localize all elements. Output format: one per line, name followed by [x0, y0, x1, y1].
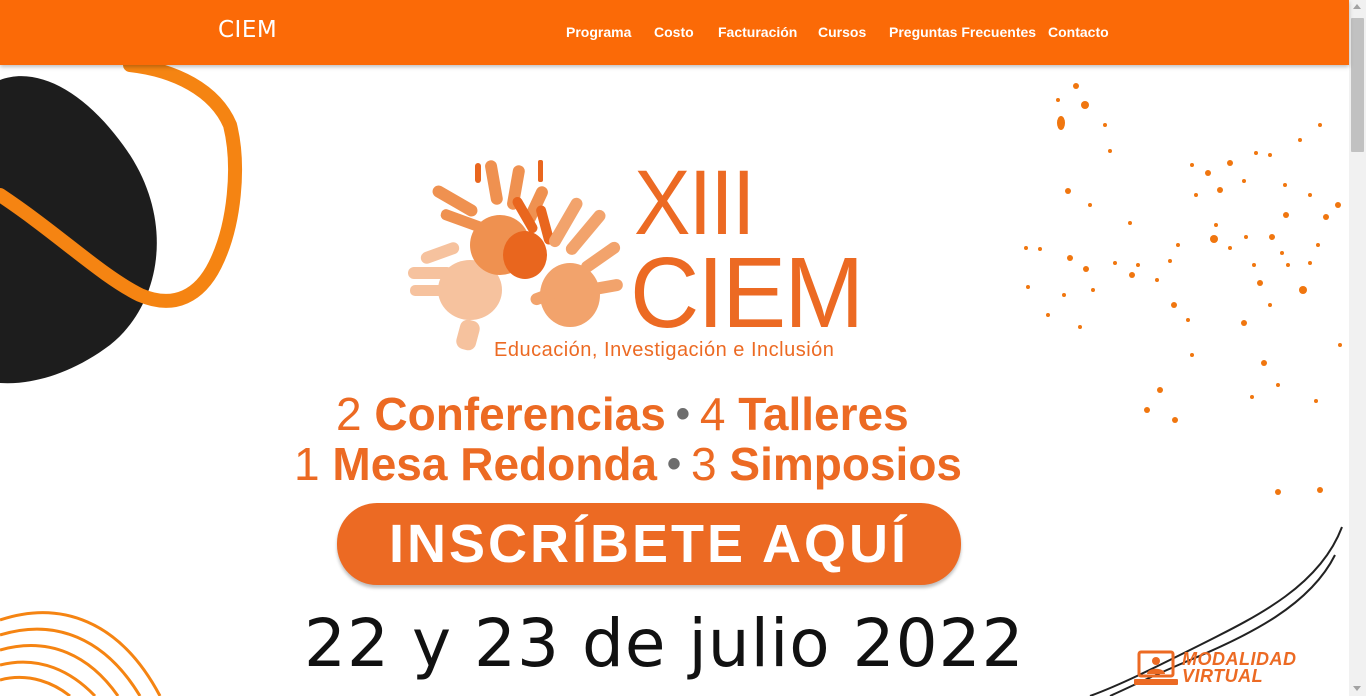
computer-user-icon	[1134, 650, 1178, 685]
event-stats-line-2: 1 Mesa Redonda • 3 Simposios	[294, 437, 962, 491]
conferences-label: Conferencias	[374, 388, 666, 440]
roundtable-label: Mesa Redonda	[332, 438, 658, 490]
nav-programa[interactable]: Programa	[566, 24, 631, 40]
conferences-count: 2	[336, 388, 362, 440]
roundtable-count: 1	[294, 438, 320, 490]
hero-banner: XIII CIEM Educación, Investigación e Inc…	[0, 65, 1349, 696]
nav-preguntas-frecuentes[interactable]: Preguntas Frecuentes	[889, 24, 1036, 40]
scrollbar-thumb[interactable]	[1351, 18, 1364, 152]
separator-dot: •	[667, 442, 682, 486]
symposia-count: 3	[691, 438, 717, 490]
nav-facturacion[interactable]: Facturación	[718, 24, 797, 40]
logo-tagline: Educación, Investigación e Inclusión	[494, 339, 835, 361]
scroll-down-arrow-icon[interactable]	[1353, 686, 1361, 691]
contour-lines-decoration	[0, 611, 162, 696]
navbar: CIEM Programa Costo Facturación Cursos P…	[0, 0, 1349, 65]
separator-dot: •	[675, 392, 690, 436]
modality-line-2: VIRTUAL	[1182, 666, 1264, 686]
black-blob-decoration	[0, 65, 242, 384]
scroll-up-arrow-icon[interactable]	[1353, 4, 1361, 9]
nav-costo[interactable]: Costo	[654, 24, 694, 40]
event-stats-line-1: 2 Conferencias • 4 Talleres	[336, 387, 909, 441]
symposia-label: Simposios	[729, 438, 963, 490]
nav-cursos[interactable]: Cursos	[818, 24, 866, 40]
logo-numeral: XIII	[634, 152, 755, 254]
workshops-label: Talleres	[738, 388, 909, 440]
workshops-count: 4	[699, 388, 726, 440]
nav-contacto[interactable]: Contacto	[1048, 24, 1109, 40]
hands-logo-icon	[408, 160, 623, 351]
brand-logo[interactable]: CIEM	[218, 17, 277, 43]
register-button[interactable]: INSCRÍBETE AQUÍ	[337, 503, 961, 585]
event-date: 22 y 23 de julio 2022	[304, 605, 1025, 682]
logo-name: CIEM	[630, 237, 864, 349]
modality-label: MODALIDAD VIRTUAL	[1182, 650, 1297, 686]
dot-splatter-decoration	[1024, 83, 1342, 495]
